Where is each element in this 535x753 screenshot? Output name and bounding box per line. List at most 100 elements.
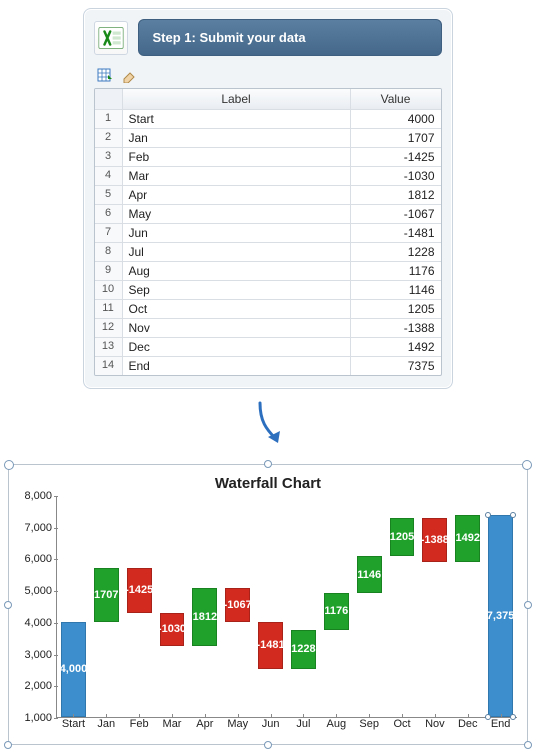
bar-decrease[interactable]: -1067 [225, 588, 250, 622]
bar-data-label: -1425 [125, 584, 153, 596]
table-row[interactable]: 10Sep1146 [95, 281, 441, 300]
cell-label[interactable]: End [123, 357, 351, 375]
x-axis: StartJanFebMarAprMayJunJulAugSepOctNovDe… [57, 718, 517, 736]
row-number: 12 [95, 319, 123, 337]
bar-increase[interactable]: 1176 [324, 593, 349, 630]
cell-value[interactable]: 1176 [351, 262, 441, 280]
cell-value[interactable]: 1492 [351, 338, 441, 356]
eraser-icon[interactable] [120, 66, 138, 84]
table-row[interactable]: 3Feb-1425 [95, 148, 441, 167]
x-tick-label: Jul [287, 718, 320, 736]
column-header-label[interactable]: Label [123, 89, 351, 109]
bar-decrease[interactable]: -1388 [422, 518, 447, 562]
cell-value[interactable]: -1425 [351, 148, 441, 166]
row-number: 5 [95, 186, 123, 204]
row-number: 11 [95, 300, 123, 318]
import-spreadsheet-icon[interactable] [96, 66, 114, 84]
table-row[interactable]: 8Jul1228 [95, 243, 441, 262]
cell-value[interactable]: 4000 [351, 110, 441, 128]
bar-data-label: 4,000 [60, 663, 88, 675]
bar-data-label: 7,375 [487, 610, 515, 622]
waterfall-chart[interactable]: Waterfall Chart 1,0002,0003,0004,0005,00… [8, 464, 528, 745]
x-tick-label: Sep [353, 718, 386, 736]
selection-handle-icon[interactable] [510, 512, 516, 518]
x-tick-label: Apr [188, 718, 221, 736]
cell-label[interactable]: Aug [123, 262, 351, 280]
row-number: 9 [95, 262, 123, 280]
y-tick-label: 7,000 [18, 522, 52, 534]
row-number: 8 [95, 243, 123, 261]
cell-value[interactable]: -1030 [351, 167, 441, 185]
cell-value[interactable]: 1228 [351, 243, 441, 261]
bar-data-label: 1228 [291, 643, 315, 655]
table-row[interactable]: 12Nov-1388 [95, 319, 441, 338]
bar-increase[interactable]: 1205 [390, 518, 415, 556]
row-number: 1 [95, 110, 123, 128]
panel-toolbar [94, 66, 442, 88]
chart-plot-area[interactable]: 1,0002,0003,0004,0005,0006,0007,0008,000… [19, 496, 517, 736]
bar-data-label: -1388 [421, 534, 449, 546]
bar-increase[interactable]: 1146 [357, 556, 382, 592]
cell-label[interactable]: Jan [123, 129, 351, 147]
table-row[interactable]: 13Dec1492 [95, 338, 441, 357]
data-grid[interactable]: Label Value 1Start40002Jan17073Feb-14254… [94, 88, 442, 376]
cell-label[interactable]: Dec [123, 338, 351, 356]
cell-value[interactable]: -1067 [351, 205, 441, 223]
x-tick-label: Start [57, 718, 90, 736]
excel-icon [94, 21, 128, 55]
bar-decrease[interactable]: -1425 [127, 568, 152, 613]
cell-value[interactable]: 1205 [351, 300, 441, 318]
flow-arrow-icon [8, 401, 527, 456]
bar-total[interactable]: 7,375 [488, 515, 513, 717]
bar-increase[interactable]: 1492 [455, 515, 480, 562]
cell-value[interactable]: -1481 [351, 224, 441, 242]
cell-value[interactable]: 1812 [351, 186, 441, 204]
plot-region[interactable]: 4,000 1707 -1425 -1030 1812 -1067 -1481 1228 117… [57, 496, 517, 718]
bar-increase[interactable]: 1707 [94, 568, 119, 622]
table-row[interactable]: 5Apr1812 [95, 186, 441, 205]
cell-value[interactable]: 1146 [351, 281, 441, 299]
table-row[interactable]: 6May-1067 [95, 205, 441, 224]
x-tick-label: Aug [320, 718, 353, 736]
bar-total[interactable]: 4,000 [61, 622, 86, 717]
cell-label[interactable]: Nov [123, 319, 351, 337]
y-tick-label: 3,000 [18, 649, 52, 661]
table-row[interactable]: 7Jun-1481 [95, 224, 441, 243]
bar-data-label: 1707 [94, 589, 118, 601]
table-row[interactable]: 11Oct1205 [95, 300, 441, 319]
row-number: 3 [95, 148, 123, 166]
table-row[interactable]: 1Start4000 [95, 110, 441, 129]
table-row[interactable]: 14End7375 [95, 357, 441, 375]
cell-label[interactable]: Mar [123, 167, 351, 185]
x-tick-label: Nov [418, 718, 451, 736]
bar-decrease[interactable]: -1030 [160, 613, 185, 646]
bar-data-label: 1492 [455, 532, 479, 544]
table-row[interactable]: 4Mar-1030 [95, 167, 441, 186]
cell-label[interactable]: Jun [123, 224, 351, 242]
cell-label[interactable]: May [123, 205, 351, 223]
bar-increase[interactable]: 1812 [192, 588, 217, 645]
column-header-value[interactable]: Value [351, 89, 441, 109]
cell-value[interactable]: 1707 [351, 129, 441, 147]
cell-label[interactable]: Apr [123, 186, 351, 204]
x-tick-label: Oct [386, 718, 419, 736]
x-tick-label: Feb [123, 718, 156, 736]
cell-label[interactable]: Feb [123, 148, 351, 166]
x-tick-label: Mar [156, 718, 189, 736]
cell-label[interactable]: Jul [123, 243, 351, 261]
row-number: 2 [95, 129, 123, 147]
row-number: 14 [95, 357, 123, 375]
cell-value[interactable]: 7375 [351, 357, 441, 375]
cell-value[interactable]: -1388 [351, 319, 441, 337]
chart-title: Waterfall Chart [13, 475, 523, 492]
cell-label[interactable]: Start [123, 110, 351, 128]
table-row[interactable]: 2Jan1707 [95, 129, 441, 148]
selection-handle-icon[interactable] [485, 512, 491, 518]
table-row[interactable]: 9Aug1176 [95, 262, 441, 281]
bar-increase[interactable]: 1228 [291, 630, 316, 669]
cell-label[interactable]: Oct [123, 300, 351, 318]
cell-label[interactable]: Sep [123, 281, 351, 299]
bar-data-label: -1481 [256, 639, 284, 651]
x-tick-label: End [484, 718, 517, 736]
bar-decrease[interactable]: -1481 [258, 622, 283, 669]
